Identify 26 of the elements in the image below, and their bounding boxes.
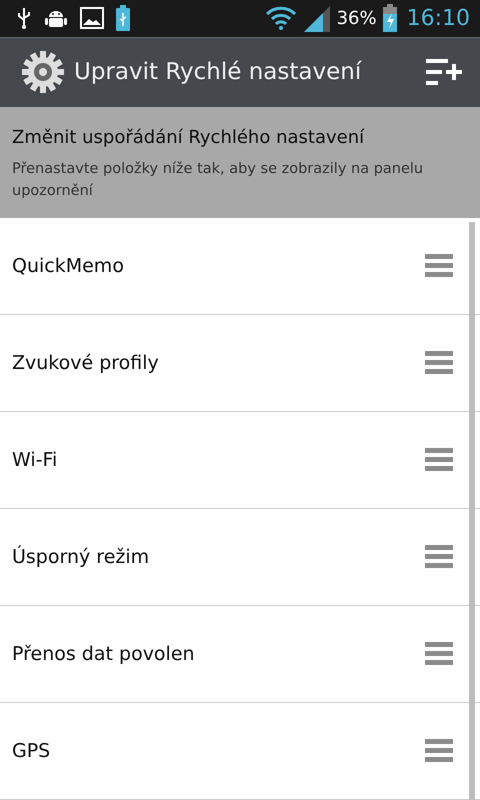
battery-charging-icon: [382, 4, 397, 32]
drag-handle-icon[interactable]: [425, 254, 453, 278]
usb-icon: [16, 6, 32, 30]
drag-handle-icon[interactable]: [425, 739, 453, 763]
item-label: Wi-Fi: [12, 449, 58, 471]
gear-icon: [21, 50, 65, 94]
battery-percent: 36%: [336, 8, 377, 29]
clock: 16:10: [406, 6, 470, 31]
drag-handle-icon[interactable]: [425, 351, 453, 375]
section-description: Přenastavte položky níže tak, aby se zobrazily na panelu upozornění: [12, 160, 424, 201]
wifi-icon: [264, 6, 297, 30]
item-label: QuickMemo: [12, 255, 124, 277]
section-heading: Změnit uspořádání Rychlého nastavení: [12, 126, 366, 148]
battery-usb-icon: [116, 5, 130, 32]
item-label: Úsporný režim: [12, 546, 150, 568]
add-item-button[interactable]: [426, 59, 462, 86]
drag-handle-icon[interactable]: [425, 448, 453, 472]
image-icon: [80, 7, 104, 30]
drag-handle-icon[interactable]: [425, 642, 453, 666]
signal-icon: [302, 4, 331, 32]
screen-title: Upravit Rychlé nastavení: [74, 59, 363, 86]
item-label: Zvukové profily: [12, 352, 159, 374]
item-label: GPS: [12, 740, 50, 762]
drag-handle-icon[interactable]: [425, 545, 453, 569]
item-label: Přenos dat povolen: [12, 643, 195, 665]
list-add-icon: [426, 59, 462, 86]
